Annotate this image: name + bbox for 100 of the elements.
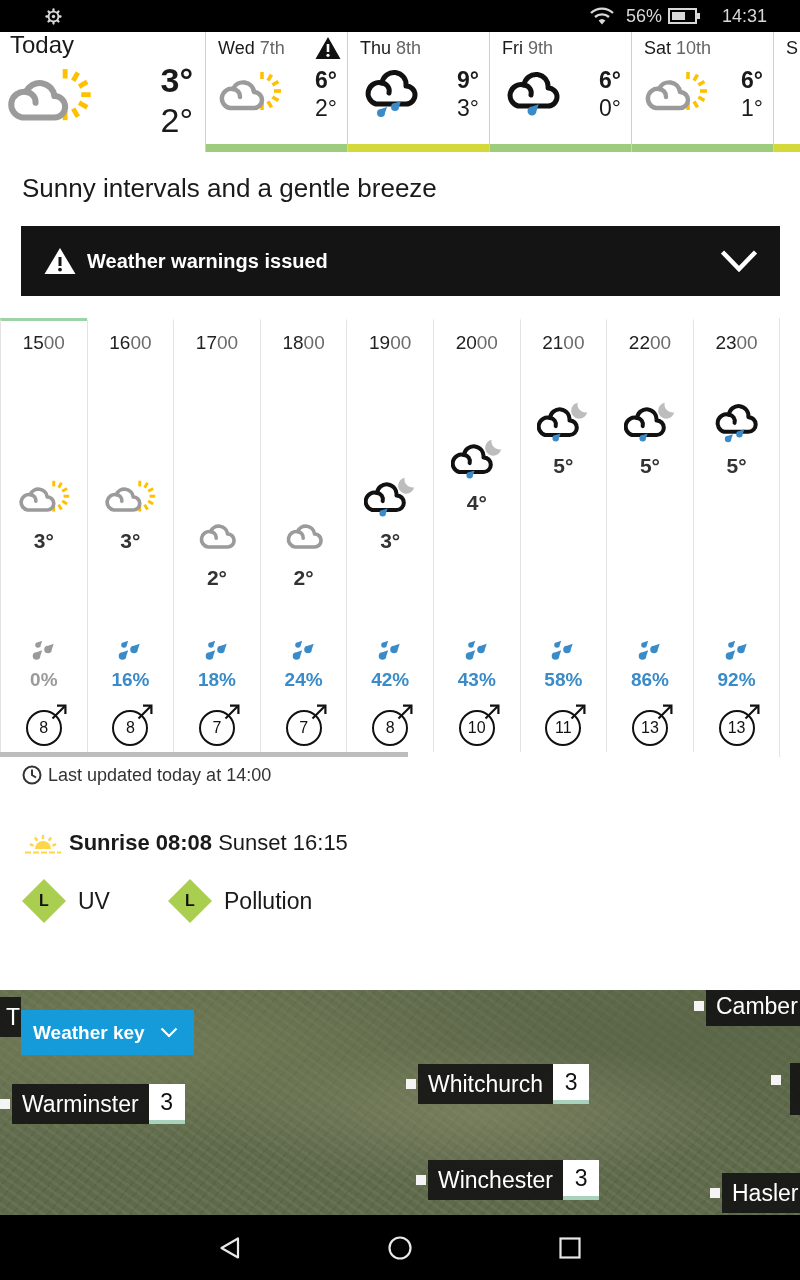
place-name[interactable]: T <box>0 997 21 1037</box>
day-label: Sat 10th <box>644 37 712 60</box>
rain-chance: 92% <box>717 668 756 692</box>
day-label: Today <box>9 32 75 58</box>
wind-direction-icon <box>397 704 414 720</box>
temperature: 5° <box>726 453 747 479</box>
wind-speed: 8 <box>372 710 409 746</box>
hour-label: 1900 <box>369 331 412 355</box>
place-name[interactable]: Hasler <box>722 1173 800 1213</box>
hour-column[interactable]: 1600 3° 16% 8 <box>86 318 174 752</box>
hour-column[interactable]: 2100 5° 58% 11 <box>519 318 607 752</box>
wind-direction-icon <box>137 704 154 720</box>
low-temperature: 0° <box>599 94 621 122</box>
rain-chance: 86% <box>630 668 669 692</box>
wind-speed: 7 <box>199 710 235 746</box>
map-marker-icon <box>0 1099 10 1109</box>
hour-label: 1600 <box>109 331 152 355</box>
place-temperature: 3 <box>563 1160 600 1200</box>
low-temperature: 2° <box>160 100 193 140</box>
wind-speed: 13 <box>631 710 668 746</box>
high-temperature: 6° <box>599 66 621 94</box>
high-temperature: 3° <box>160 60 193 100</box>
wind-speed: 8 <box>25 710 62 746</box>
temperature: 4° <box>466 490 487 517</box>
wind-speed: 10 <box>458 710 495 746</box>
temperature: 3° <box>380 527 401 554</box>
clock-time: 14:31 <box>721 5 767 27</box>
wind-direction-icon <box>656 704 673 720</box>
place-name[interactable]: Warminster <box>12 1084 149 1124</box>
day-label: Fri 9th <box>502 37 554 60</box>
place-name[interactable]: Winchester <box>428 1160 564 1200</box>
hour-label: 1700 <box>195 331 239 355</box>
place-name[interactable]: Whitchurch <box>418 1064 554 1104</box>
wind-speed: 11 <box>545 710 582 746</box>
place-name[interactable]: Camber <box>706 990 800 1026</box>
day-column[interactable]: S <box>773 32 800 152</box>
wind-speed: 8 <box>112 710 149 746</box>
index-label: UV <box>78 887 110 915</box>
rain-chance: 58% <box>544 668 583 692</box>
place-temperature: 3 <box>148 1084 185 1124</box>
wifi-icon <box>589 7 614 25</box>
hour-label: 2000 <box>455 331 498 355</box>
sunrise-icon <box>24 832 62 854</box>
low-temperature: 1° <box>741 94 763 122</box>
day-column[interactable]: Sat 10th 6° 1° <box>631 32 773 152</box>
settings-icon[interactable] <box>45 7 62 25</box>
rain-chance: 42% <box>371 668 410 692</box>
warning-icon <box>44 247 76 275</box>
wind-direction-icon <box>570 704 587 720</box>
battery-icon <box>667 8 700 24</box>
day-column[interactable]: Thu 8th 9° 3° <box>347 32 489 152</box>
hour-column[interactable]: 1700 2° 18% 7 <box>173 318 260 752</box>
map-marker-icon <box>694 1001 704 1011</box>
wind-direction-icon <box>483 704 500 720</box>
hour-column[interactable]: 2200 5° 86% 13 <box>606 318 693 752</box>
map-marker-icon <box>416 1175 426 1185</box>
level-badge: L <box>22 879 66 923</box>
warnings-button[interactable]: Weather warnings issued <box>21 226 780 296</box>
back-icon[interactable] <box>218 1235 242 1260</box>
cloud-moon-rain-icon <box>537 400 590 444</box>
low-temperature: 3° <box>457 94 479 122</box>
hour-column[interactable]: 2300 5° 92% 13 <box>692 318 780 752</box>
day-column[interactable]: Wed 7th 6° 2° <box>205 32 347 152</box>
day-column[interactable]: Today 3° 2° <box>0 32 205 152</box>
day-label: Wed 7th <box>218 37 285 60</box>
day-label: Thu 8th <box>360 37 422 60</box>
temperature: 3° <box>33 527 54 554</box>
hour-column[interactable]: 2000 4° 43% 10 <box>432 318 520 752</box>
hour-column[interactable]: 1900 3° 42% 8 <box>346 318 433 752</box>
temperature: 3° <box>120 527 141 554</box>
level-badge: L <box>168 879 212 923</box>
day-column[interactable]: Fri 9th 6° 0° <box>489 32 631 152</box>
home-icon[interactable] <box>388 1235 412 1260</box>
rain-chance: 24% <box>284 668 323 692</box>
high-temperature: 6° <box>315 66 337 94</box>
wind-direction-icon <box>743 704 760 720</box>
rain-chance: 16% <box>111 668 150 692</box>
rain-chance: 0% <box>30 668 58 692</box>
wind-speed: 13 <box>718 710 755 746</box>
hour-label: 1500 <box>22 331 65 355</box>
temperature: 5° <box>553 453 574 479</box>
recent-apps-icon[interactable] <box>558 1235 582 1260</box>
low-temperature: 2° <box>315 94 337 122</box>
map-label <box>790 1063 800 1115</box>
high-temperature: 6° <box>741 66 763 94</box>
weather-summary: Sunny intervals and a gentle breeze <box>22 173 437 203</box>
hour-column[interactable]: 1800 2° 24% 7 <box>259 318 347 752</box>
place-temperature: 3 <box>553 1064 590 1104</box>
cloud-moon-rain-icon <box>623 400 676 444</box>
wind-direction-icon <box>224 704 240 720</box>
map-marker-icon <box>710 1188 720 1198</box>
map-marker-icon <box>406 1079 416 1089</box>
wind-speed: 7 <box>285 710 322 746</box>
day-label: S <box>786 37 798 60</box>
hour-label: 2300 <box>715 331 758 355</box>
hour-label: 2100 <box>542 331 585 355</box>
sunrise-sunset-text: Sunrise 08:08 Sunset 16:15 <box>69 830 348 856</box>
temperature: 2° <box>293 564 314 591</box>
high-temperature: 9° <box>457 66 479 94</box>
temperature: 5° <box>639 453 660 479</box>
